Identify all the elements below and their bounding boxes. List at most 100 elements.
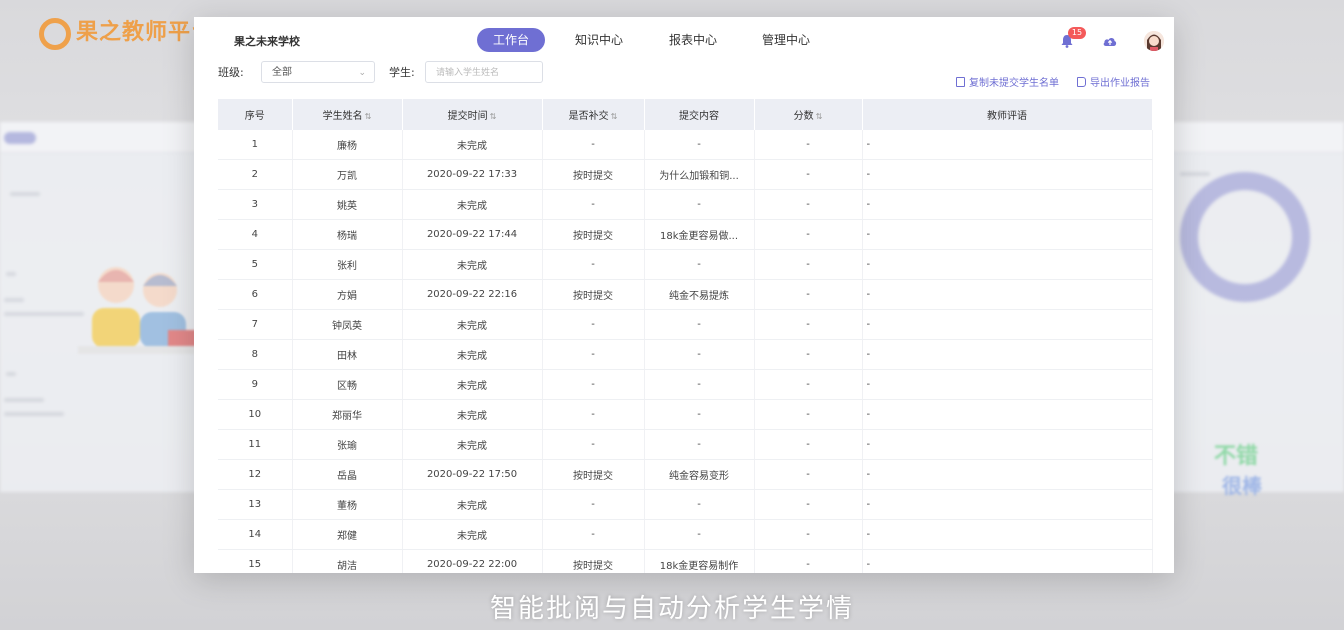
student-name-cell: 廉杨 xyxy=(292,130,403,160)
export-report-button[interactable]: 导出作业报告 xyxy=(1077,74,1150,89)
table-row[interactable]: 10 郑丽华 未完成 - - - - xyxy=(218,399,1153,430)
table-row[interactable]: 8 田林 未完成 - - - - xyxy=(218,339,1153,370)
column-header-score[interactable]: 分数 ⇅ xyxy=(754,99,863,130)
student-name-cell: 田林 xyxy=(292,339,403,370)
column-header-index: 序号 xyxy=(218,99,293,130)
submission-content-cell: - xyxy=(644,130,755,160)
student-name-cell: 胡洁 xyxy=(292,549,403,573)
teacher-comment-cell: - xyxy=(862,130,1153,160)
copy-unsubmitted-button[interactable]: 复制未提交学生名单 xyxy=(956,74,1059,89)
row-index-cell: 12 xyxy=(218,459,293,490)
submission-content-cell: 18k金更容易制作 xyxy=(644,549,755,573)
student-name-cell: 张利 xyxy=(292,249,403,280)
sort-icon[interactable]: ⇅ xyxy=(816,112,823,121)
submit-time-cell: 2020-09-22 22:16 xyxy=(402,279,543,310)
submission-content-cell: 为什么加锻和铜... xyxy=(644,159,755,190)
video-subtitle: 智能批阅与自动分析学生学情 xyxy=(489,594,854,624)
teacher-comment-cell: - xyxy=(862,429,1153,460)
table-row[interactable]: 4 杨瑞 2020-09-22 17:44 按时提交 18k金更容易做... - - xyxy=(218,219,1153,250)
export-icon xyxy=(1077,77,1086,87)
table-row[interactable]: 15 胡洁 2020-09-22 22:00 按时提交 18k金更容易制作 - - xyxy=(218,549,1153,573)
table-row[interactable]: 5 张利 未完成 - - - - xyxy=(218,249,1153,280)
nav-knowledge-center[interactable]: 知识中心 xyxy=(564,28,634,52)
word-cloud-word: 不错 xyxy=(1214,444,1259,469)
student-name-cell: 姚英 xyxy=(292,189,403,220)
score-cell: - xyxy=(754,309,863,340)
table-row[interactable]: 9 区畅 未完成 - - - - xyxy=(218,369,1153,400)
submit-time-cell: 未完成 xyxy=(402,519,543,550)
nav-management-center[interactable]: 管理中心 xyxy=(751,28,821,52)
submission-content-cell: - xyxy=(644,429,755,460)
submission-content-cell: - xyxy=(644,399,755,430)
cloud-upload-icon[interactable] xyxy=(1102,34,1118,48)
table-row[interactable]: 7 钟凤英 未完成 - - - - xyxy=(218,309,1153,340)
submit-time-cell: 2020-09-22 17:44 xyxy=(402,219,543,250)
sort-icon[interactable]: ⇅ xyxy=(365,112,372,121)
submission-content-cell: 18k金更容易做... xyxy=(644,219,755,250)
table-row[interactable]: 3 姚英 未完成 - - - - xyxy=(218,189,1153,220)
column-header-student-name[interactable]: 学生姓名 ⇅ xyxy=(292,99,403,130)
late-submission-cell: - xyxy=(542,369,645,400)
submission-content-cell: 纯金不易提炼 xyxy=(644,279,755,310)
submission-content-cell: - xyxy=(644,369,755,400)
notification-badge: 15 xyxy=(1068,27,1086,39)
teacher-comment-cell: - xyxy=(862,189,1153,220)
table-row[interactable]: 14 郑健 未完成 - - - - xyxy=(218,519,1153,550)
score-cell: - xyxy=(754,279,863,310)
table-row[interactable]: 13 董杨 未完成 - - - - xyxy=(218,489,1153,520)
table-row[interactable]: 11 张瑜 未完成 - - - - xyxy=(218,429,1153,460)
nav-workbench[interactable]: 工作台 xyxy=(477,28,545,52)
submit-time-cell: 2020-09-22 22:00 xyxy=(402,549,543,573)
nav-report-center[interactable]: 报表中心 xyxy=(658,28,728,52)
submit-time-cell: 2020-09-22 17:50 xyxy=(402,459,543,490)
score-cell: - xyxy=(754,369,863,400)
sort-icon[interactable]: ⇅ xyxy=(611,112,618,121)
student-name-cell: 区畅 xyxy=(292,369,403,400)
student-filter-label: 学生: xyxy=(389,66,415,79)
submission-content-cell: - xyxy=(644,489,755,520)
score-cell: - xyxy=(754,489,863,520)
student-name-cell: 杨瑞 xyxy=(292,219,403,250)
teacher-comment-cell: - xyxy=(862,279,1153,310)
student-name-cell: 钟凤英 xyxy=(292,309,403,340)
submission-content-cell: 纯金容易变形 xyxy=(644,459,755,490)
late-submission-cell: 按时提交 xyxy=(542,279,645,310)
row-index-cell: 14 xyxy=(218,519,293,550)
student-name-cell: 张瑜 xyxy=(292,429,403,460)
column-header-label: 是否补交 xyxy=(568,111,609,122)
table-row[interactable]: 1 廉杨 未完成 - - - - xyxy=(218,130,1153,160)
submit-time-cell: 未完成 xyxy=(402,489,543,520)
student-name-cell: 方娟 xyxy=(292,279,403,310)
row-index-cell: 3 xyxy=(218,189,293,220)
table-row[interactable]: 12 岳晶 2020-09-22 17:50 按时提交 纯金容易变形 - - xyxy=(218,459,1153,490)
top-navigation-bar: 果之未来学校 工作台 知识中心 报表中心 管理中心 15 xyxy=(194,17,1174,63)
user-avatar[interactable] xyxy=(1144,31,1164,51)
late-submission-cell: - xyxy=(542,339,645,370)
score-cell: - xyxy=(754,549,863,573)
sort-icon[interactable]: ⇅ xyxy=(490,112,497,121)
score-cell: - xyxy=(754,130,863,160)
table-row[interactable]: 6 方娟 2020-09-22 22:16 按时提交 纯金不易提炼 - - xyxy=(218,279,1153,310)
class-select[interactable]: 全部 ⌄ xyxy=(261,61,375,83)
score-cell: - xyxy=(754,459,863,490)
late-submission-cell: - xyxy=(542,130,645,160)
late-submission-cell: 按时提交 xyxy=(542,459,645,490)
table-header-row: 序号 学生姓名 ⇅ 提交时间 ⇅ 是否补交 ⇅ 提交内容 分数 ⇅ 教师评语 xyxy=(218,99,1153,130)
table-row[interactable]: 2 万凯 2020-09-22 17:33 按时提交 为什么加锻和铜... - - xyxy=(218,159,1153,190)
score-cell: - xyxy=(754,339,863,370)
row-index-cell: 4 xyxy=(218,219,293,250)
teacher-comment-cell: - xyxy=(862,249,1153,280)
late-submission-cell: - xyxy=(542,309,645,340)
student-search-input[interactable]: 请输入学生姓名 xyxy=(425,61,543,83)
late-submission-cell: 按时提交 xyxy=(542,549,645,573)
column-header-submit-time[interactable]: 提交时间 ⇅ xyxy=(402,99,543,130)
column-header-late-submission[interactable]: 是否补交 ⇅ xyxy=(542,99,645,130)
submission-content-cell: - xyxy=(644,519,755,550)
submission-content-cell: - xyxy=(644,339,755,370)
submission-content-cell: - xyxy=(644,189,755,220)
row-index-cell: 1 xyxy=(218,130,293,160)
column-header-label: 分数 xyxy=(793,111,814,122)
row-index-cell: 8 xyxy=(218,339,293,370)
copy-icon xyxy=(956,77,965,87)
late-submission-cell: - xyxy=(542,189,645,220)
